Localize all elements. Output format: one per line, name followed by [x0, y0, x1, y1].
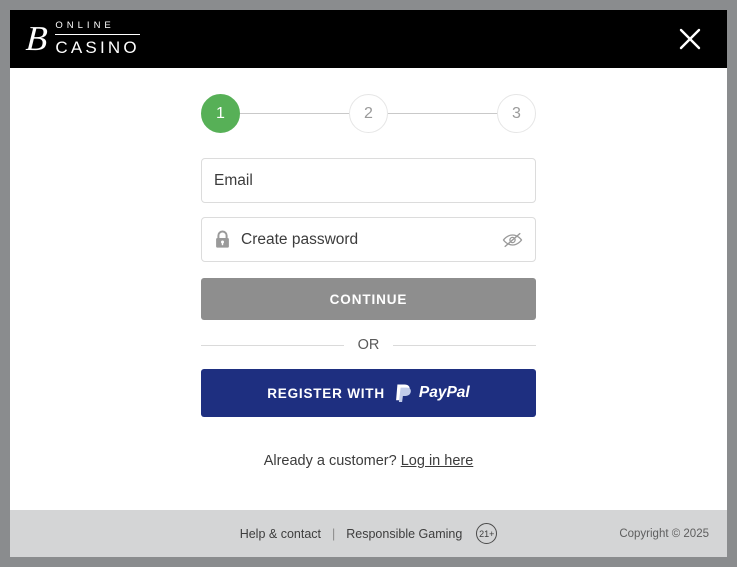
- password-field[interactable]: Create password: [201, 217, 536, 262]
- step-connector-1: [240, 113, 349, 114]
- continue-button[interactable]: CONTINUE: [201, 278, 536, 320]
- modal-backdrop: B ONLINE CASINO 1 2 3 Email Create passw…: [0, 0, 737, 567]
- modal-header: B ONLINE CASINO: [10, 10, 727, 68]
- paypal-logo: PayPal: [395, 383, 470, 404]
- paypal-mark-icon: [395, 384, 411, 402]
- logo-online-text: ONLINE: [55, 20, 140, 35]
- log-in-here-link[interactable]: Log in here: [401, 453, 474, 469]
- responsible-gaming-link[interactable]: Responsible Gaming: [346, 527, 462, 541]
- logo-monogram-icon: B: [24, 18, 48, 58]
- paypal-button-label: REGISTER WITH: [267, 385, 385, 401]
- registration-modal: B ONLINE CASINO 1 2 3 Email Create passw…: [10, 10, 727, 557]
- help-and-contact-link[interactable]: Help & contact: [240, 527, 321, 541]
- email-field[interactable]: Email: [201, 158, 536, 203]
- close-button[interactable]: [671, 20, 709, 58]
- divider-line-left: [201, 344, 344, 346]
- footer-separator: |: [332, 526, 336, 541]
- divider-line-right: [393, 344, 536, 346]
- step-number-3: 3: [512, 104, 521, 122]
- lock-icon: [214, 230, 231, 249]
- or-divider: OR: [201, 337, 536, 353]
- login-prompt-text: Already a customer?: [263, 453, 397, 469]
- step-number-2: 2: [364, 104, 373, 122]
- step-number-1: 1: [216, 104, 225, 122]
- password-input[interactable]: Create password: [241, 231, 502, 249]
- login-prompt-row: Already a customer? Log in here: [264, 453, 474, 469]
- eye-off-icon[interactable]: [502, 231, 523, 249]
- progress-stepper: 1 2 3: [201, 94, 536, 133]
- copyright-text: Copyright © 2025: [619, 527, 709, 540]
- step-indicator-1[interactable]: 1: [201, 94, 240, 133]
- email-input[interactable]: Email: [214, 172, 523, 190]
- logo-wordmark: ONLINE CASINO: [55, 20, 140, 58]
- brand-logo[interactable]: B ONLINE CASINO: [24, 18, 140, 58]
- register-with-paypal-button[interactable]: REGISTER WITH PayPal: [201, 369, 536, 417]
- divider-label: OR: [357, 337, 380, 353]
- modal-footer: Help & contact | Responsible Gaming 21+ …: [10, 510, 727, 557]
- logo-casino-text: CASINO: [55, 38, 140, 57]
- close-icon: [679, 28, 701, 50]
- age-restriction-badge: 21+: [476, 523, 498, 544]
- step-indicator-2[interactable]: 2: [349, 94, 388, 133]
- modal-body: 1 2 3 Email Create password CONTINUE OR …: [10, 68, 727, 510]
- paypal-wordmark: PayPal: [418, 384, 470, 401]
- step-indicator-3[interactable]: 3: [497, 94, 536, 133]
- step-connector-2: [388, 113, 497, 114]
